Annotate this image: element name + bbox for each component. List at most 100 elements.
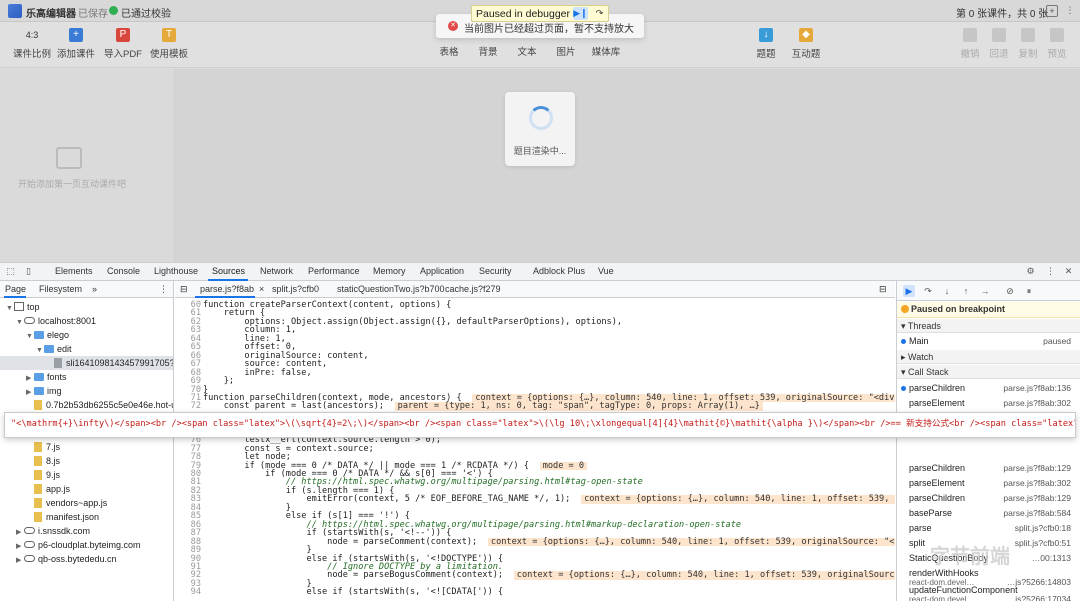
- tab-adblock-plus[interactable]: Adblock Plus: [533, 266, 585, 276]
- tree-item[interactable]: manifest.json: [0, 510, 173, 524]
- add-page-icon[interactable]: +: [1046, 5, 1058, 17]
- tab-application[interactable]: Application: [420, 266, 464, 276]
- tree-item-label: qb-oss.bytededu.cn: [38, 554, 117, 564]
- folder-icon: [44, 345, 54, 353]
- code-area[interactable]: 60 function createParserContext(content, …: [175, 299, 895, 601]
- line-number[interactable]: 94: [175, 588, 201, 597]
- tab-memory[interactable]: Memory: [373, 266, 406, 276]
- paused-on-breakpoint-text: Paused on breakpoint: [911, 304, 1006, 314]
- step-into-icon[interactable]: ↓: [941, 285, 953, 297]
- collapsed-triangle-icon[interactable]: ▶: [16, 554, 24, 568]
- nav-more-tabs[interactable]: »: [92, 284, 97, 294]
- tree-item[interactable]: ▼ elego: [0, 328, 173, 342]
- editor-tab-static-question[interactable]: staticQuestionTwo.js?b700: [337, 284, 445, 294]
- threads-section[interactable]: ▾ Threads: [897, 319, 1080, 333]
- editor-tab-parse[interactable]: parse.js?f8ab: [200, 284, 254, 294]
- tree-item[interactable]: ▶ img: [0, 384, 173, 398]
- callstack-section[interactable]: ▾ Call Stack: [897, 365, 1080, 379]
- tree-item[interactable]: ▶ qb-oss.bytededu.cn: [0, 552, 173, 568]
- tab-elements[interactable]: Elements: [55, 266, 93, 276]
- tree-item[interactable]: 9.js: [0, 468, 173, 482]
- callstack-frame[interactable]: parseChildren parse.js?f8ab:136: [897, 381, 1080, 396]
- toggle-debugger-icon[interactable]: ⊟: [879, 284, 887, 295]
- tree-item[interactable]: 0.7b2b53db6255c5e0e46e.hot-u: [0, 398, 173, 412]
- tree-item[interactable]: ▼ edit: [0, 342, 173, 356]
- tree-item[interactable]: vendors~app.js: [0, 496, 173, 510]
- editor-tab-split[interactable]: split.js?cfb0: [272, 284, 319, 294]
- tab-performance[interactable]: Performance: [308, 266, 360, 276]
- watch-section[interactable]: ▸ Watch: [897, 350, 1080, 364]
- code-line[interactable]: 68 inPre: false,: [175, 369, 895, 378]
- more-options-icon[interactable]: ⋮: [1045, 266, 1056, 277]
- use-template-label: 使用模板: [149, 49, 188, 60]
- code-line[interactable]: 60 function createParserContext(content, …: [175, 301, 895, 310]
- current-thread-icon: [901, 339, 906, 344]
- callstack-frame[interactable]: updateFunctionComponent …js?5266:17034 rea…: [897, 583, 1080, 601]
- inline-variable-value: context = {options: {…}, column: 540, li…: [513, 571, 895, 580]
- code-line[interactable]: 94 else if (startsWith(s, '<![CDATA[')) …: [175, 588, 895, 597]
- tab-sources[interactable]: Sources: [212, 266, 245, 276]
- callstack-frame[interactable]: parse split.js?cfb0:18: [897, 521, 1080, 536]
- js-file-icon: [34, 456, 42, 466]
- code-line[interactable]: 69 };: [175, 377, 895, 386]
- callstack-frame[interactable]: parseElement parse.js?f8ab:302: [897, 476, 1080, 491]
- add-slide-label: 添加课件: [56, 49, 95, 60]
- tab-network[interactable]: Network: [260, 266, 293, 276]
- tree-item[interactable]: 7.js: [0, 440, 173, 454]
- settings-gear-icon[interactable]: ⚙: [1025, 266, 1036, 277]
- device-toolbar-icon[interactable]: ▯: [23, 266, 34, 277]
- code-line[interactable]: 72 const parent = last(ancestors); parent…: [175, 402, 895, 411]
- preview-label: 预览: [1047, 49, 1067, 60]
- step-icon[interactable]: →: [979, 285, 991, 297]
- template-icon: T: [162, 28, 176, 42]
- callstack-frame[interactable]: parseChildren parse.js?f8ab:129: [897, 461, 1080, 476]
- nav-tab-page[interactable]: Page: [5, 284, 26, 294]
- more-icon[interactable]: ⋮: [1064, 5, 1076, 17]
- use-template-button[interactable]: T 使用模板: [141, 28, 197, 60]
- close-tab-icon[interactable]: ×: [259, 284, 264, 294]
- tree-item[interactable]: ▶ p6-cloudplat.byteimg.com: [0, 538, 173, 552]
- close-devtools-icon[interactable]: ✕: [1063, 266, 1074, 277]
- nav-tab-filesystem[interactable]: Filesystem: [39, 284, 82, 294]
- editor-tab-cache[interactable]: cache.js?f279: [445, 284, 501, 294]
- nav-menu-icon[interactable]: ⋮: [159, 284, 168, 295]
- step-over-icon[interactable]: ↷: [592, 7, 607, 20]
- frame-function-name: parseElement: [909, 398, 965, 408]
- media-library-button[interactable]: 媒体库: [578, 44, 634, 58]
- frame-function-name: parse: [909, 523, 932, 533]
- tree-item[interactable]: app.js: [0, 482, 173, 496]
- frame-location: parse.js?f8ab:129: [1003, 493, 1071, 503]
- tree-item[interactable]: ▼ top: [0, 300, 173, 314]
- callstack-frame[interactable]: parseElement parse.js?f8ab:302: [897, 396, 1080, 411]
- tree-item[interactable]: sli1641098143457991705?con: [0, 356, 173, 370]
- resume-icon[interactable]: ▶❙: [573, 7, 588, 20]
- callstack-frame[interactable]: baseParse parse.js?f8ab:584: [897, 506, 1080, 521]
- image-label: 图片: [556, 47, 576, 58]
- tree-item-label: 7.js: [46, 442, 61, 452]
- tab-vue[interactable]: Vue: [598, 266, 614, 276]
- interactive-icon: ◆: [799, 28, 813, 42]
- tab-lighthouse[interactable]: Lighthouse: [154, 266, 198, 276]
- tree-item[interactable]: ▶ i.snssdk.com: [0, 524, 173, 538]
- step-over-icon[interactable]: ↷: [922, 285, 934, 297]
- tree-item[interactable]: ▶ fonts: [0, 370, 173, 384]
- tab-console[interactable]: Console: [107, 266, 140, 276]
- resume-icon[interactable]: ▶: [903, 285, 915, 297]
- inspect-element-icon[interactable]: ⬚: [5, 266, 16, 277]
- line-number[interactable]: 72: [175, 402, 201, 411]
- preview-button[interactable]: 预览: [1029, 28, 1080, 60]
- thread-main[interactable]: Main paused: [897, 334, 1080, 349]
- callstack-frame[interactable]: parseChildren parse.js?f8ab:129: [897, 491, 1080, 506]
- interactive-question-button[interactable]: ◆ 互动题: [778, 28, 834, 60]
- tree-item[interactable]: 8.js: [0, 454, 173, 468]
- frame-location: …00:1313: [1031, 553, 1071, 563]
- tab-security[interactable]: Security: [479, 266, 512, 276]
- folder-icon: [34, 387, 44, 395]
- tree-item-label: manifest.json: [46, 512, 100, 522]
- tree-item[interactable]: ▼ localhost:8001: [0, 314, 173, 328]
- pause-on-exceptions-icon[interactable]: ⏸: [1023, 285, 1035, 297]
- toggle-navigator-icon[interactable]: ⊟: [180, 284, 188, 295]
- deactivate-breakpoints-icon[interactable]: ⊘: [1004, 285, 1016, 297]
- step-out-icon[interactable]: ↑: [960, 285, 972, 297]
- thread-state: paused: [1043, 336, 1071, 346]
